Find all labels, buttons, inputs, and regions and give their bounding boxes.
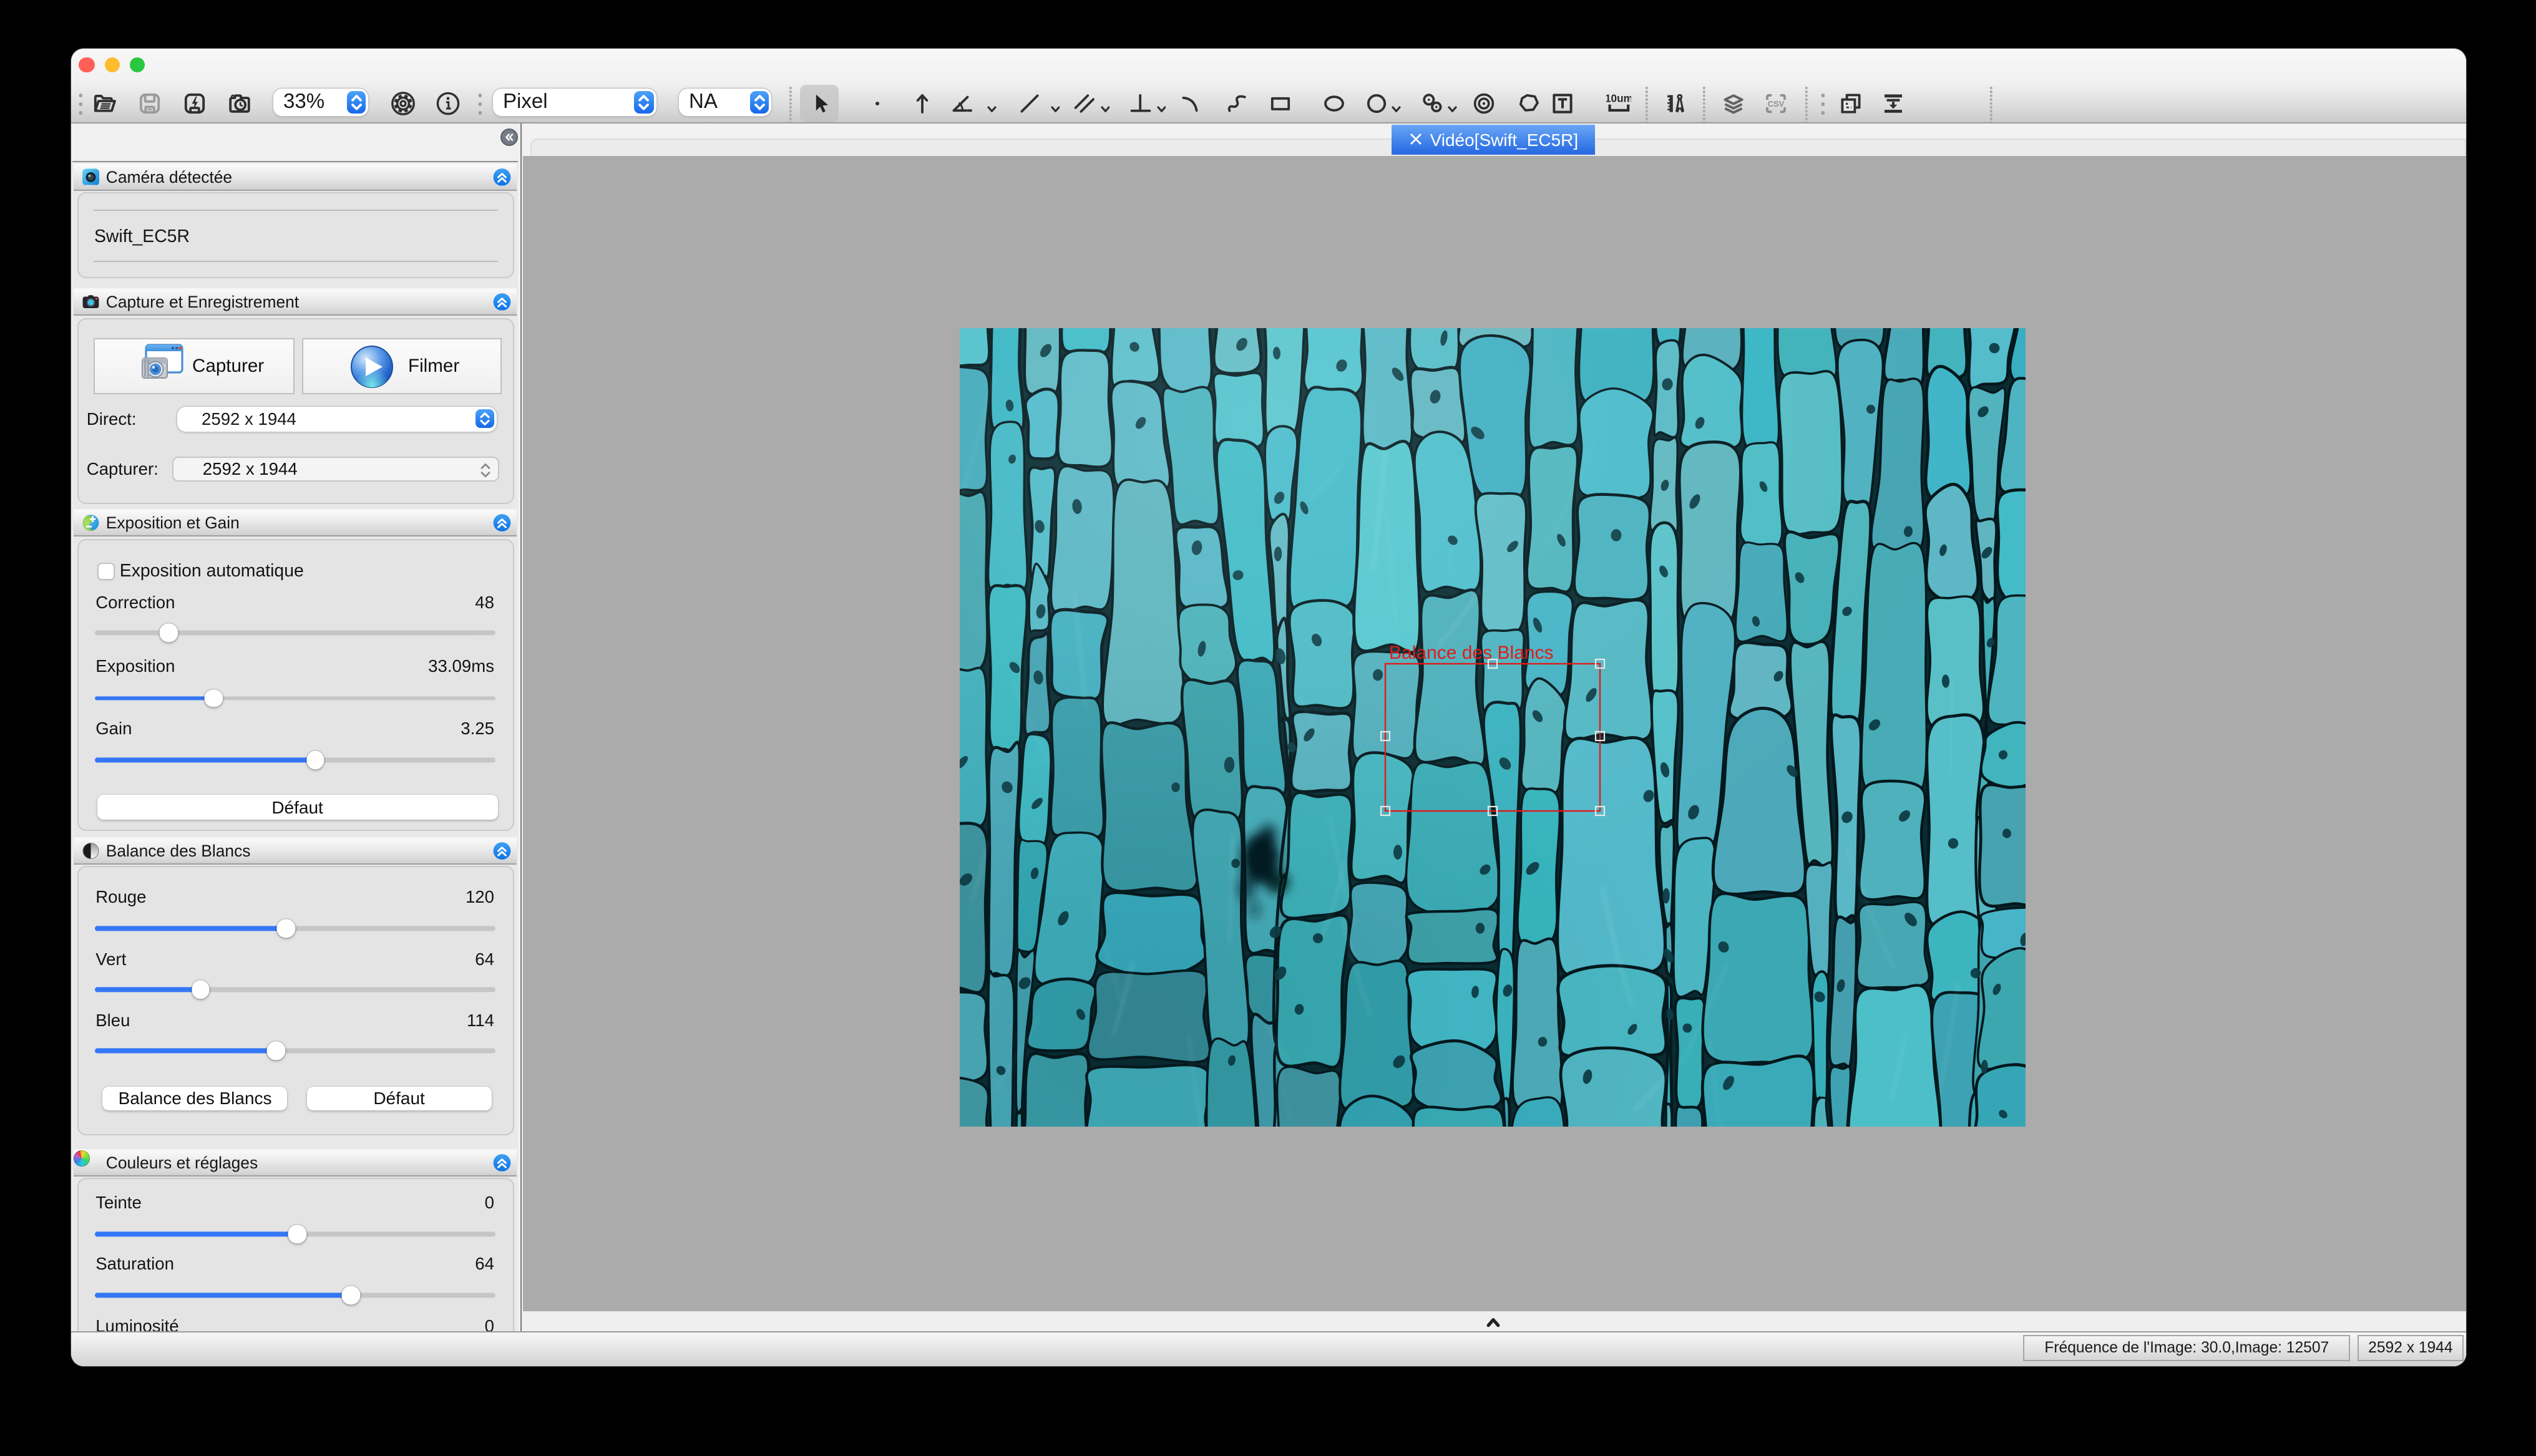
svg-text:CSV: CSV xyxy=(1768,99,1785,109)
svg-text:Balance des Blancs: Balance des Blancs xyxy=(1389,643,1554,664)
svg-text:10um: 10um xyxy=(1606,92,1631,105)
